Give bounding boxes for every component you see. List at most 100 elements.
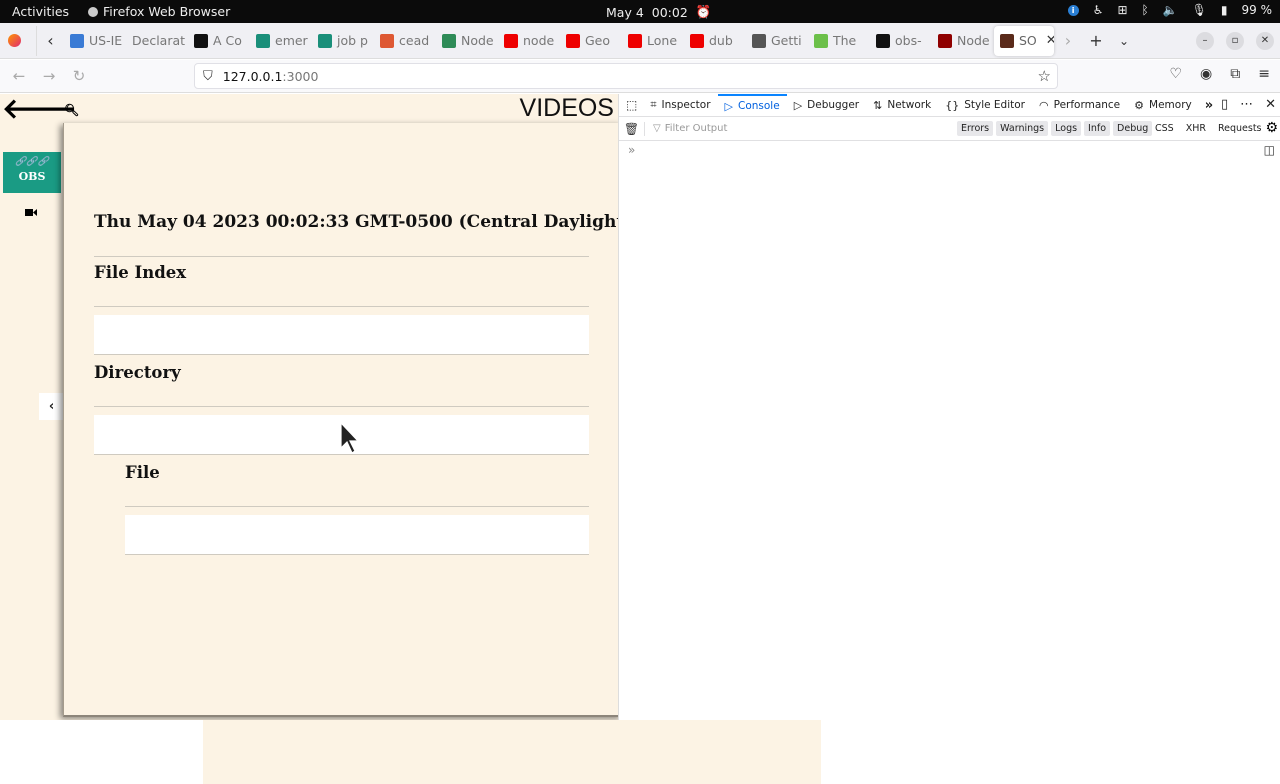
- browser-tab[interactable]: Declarat: [126, 26, 188, 56]
- extensions-icon[interactable]: ⧉: [1230, 66, 1240, 82]
- close-tab-icon[interactable]: ✕: [1046, 33, 1054, 48]
- devtools-tab-debugger[interactable]: ▷ Debugger: [787, 94, 866, 117]
- browser-tab[interactable]: Node: [436, 26, 498, 56]
- browser-tab[interactable]: SO ✕: [994, 25, 1054, 56]
- bookmark-star-icon[interactable]: ☆: [1038, 67, 1051, 85]
- search-icon[interactable]: 🔍︎: [64, 103, 79, 117]
- volume-icon[interactable]: 🔈: [1163, 3, 1178, 17]
- editor-mode-icon[interactable]: ◫: [1264, 143, 1275, 157]
- play-icon: [814, 33, 828, 48]
- browser-tab[interactable]: Node: [932, 26, 994, 56]
- devtools-tab-inspector[interactable]: ⌗ Inspector: [643, 94, 717, 117]
- tab-label: Node: [957, 33, 990, 48]
- tab-label: Declarat: [132, 33, 186, 48]
- file-input[interactable]: [125, 515, 589, 555]
- more-tools-icon[interactable]: »: [1199, 98, 1219, 113]
- filter-info-button[interactable]: Info: [1084, 121, 1111, 136]
- network-icon[interactable]: ⊞: [1117, 3, 1127, 17]
- reload-button[interactable]: ↻: [64, 61, 94, 91]
- console-input[interactable]: » ◫: [619, 141, 1280, 161]
- maximize-button[interactable]: ▫: [1226, 31, 1244, 50]
- tab-label: emer: [275, 33, 308, 48]
- pocket-icon[interactable]: ♡: [1169, 66, 1182, 82]
- filter-css-button[interactable]: CSS: [1155, 123, 1174, 134]
- scroll-tabs-right-button[interactable]: ›: [1054, 26, 1082, 56]
- forward-button[interactable]: →: [34, 61, 64, 91]
- responsive-design-icon[interactable]: ▯: [1221, 97, 1228, 112]
- tab-label: job p: [337, 33, 368, 48]
- element-picker-icon[interactable]: ⬚: [619, 98, 643, 112]
- file-index-input[interactable]: [94, 315, 589, 355]
- minimize-button[interactable]: –: [1196, 31, 1214, 50]
- app-menu[interactable]: Firefox Web Browser: [88, 4, 230, 19]
- browser-tab[interactable]: Lone: [622, 26, 684, 56]
- scroll-tabs-left-button[interactable]: ‹: [36, 25, 64, 56]
- new-tab-button[interactable]: +: [1082, 26, 1110, 56]
- console-settings-icon[interactable]: ⚙: [1265, 120, 1278, 136]
- info-icon[interactable]: i: [1067, 4, 1079, 16]
- devtools-tab-console[interactable]: ▷ Console: [717, 93, 787, 117]
- devtools-tab-label: Performance: [1053, 99, 1121, 111]
- account-icon[interactable]: ◉: [1200, 66, 1212, 82]
- clock-date: May 4: [606, 4, 644, 20]
- network-icon: ⇅: [873, 98, 883, 112]
- devtools-tab-label: Style Editor: [964, 99, 1025, 111]
- filter-debug-button[interactable]: Debug: [1113, 121, 1153, 136]
- clear-console-icon[interactable]: 🗑: [619, 121, 645, 136]
- devtools-tab-memory[interactable]: ⚙ Memory: [1127, 94, 1199, 117]
- content-panel: Thu May 04 2023 00:02:33 GMT-0500 (Centr…: [63, 123, 618, 717]
- youtube-icon: [690, 33, 704, 48]
- filter-xhr-button[interactable]: XHR: [1186, 123, 1206, 134]
- alarm-icon: ⏰: [695, 4, 712, 19]
- devtools-tab-label: Network: [887, 99, 932, 111]
- tracking-protection-icon[interactable]: ⛉: [203, 69, 213, 84]
- list-all-tabs-button[interactable]: ⌄: [1110, 26, 1138, 56]
- browser-tab[interactable]: node: [498, 26, 560, 56]
- clock[interactable]: May 4 00:02 ⏰: [606, 4, 711, 20]
- mic-muted-icon[interactable]: 🎙: [1192, 3, 1207, 17]
- devtools-tab-performance[interactable]: ◠ Performance: [1032, 94, 1127, 117]
- filter-output-input[interactable]: ▽ Filter Output: [653, 123, 727, 134]
- browser-tab[interactable]: emer: [250, 26, 312, 56]
- close-window-button[interactable]: ✕: [1256, 31, 1274, 50]
- browser-tab[interactable]: job p: [312, 26, 374, 56]
- battery-icon[interactable]: ▮: [1221, 3, 1228, 17]
- activities-button[interactable]: Activities: [12, 4, 69, 19]
- filter-warnings-button[interactable]: Warnings: [996, 121, 1049, 136]
- menu-icon[interactable]: ≡: [1258, 66, 1270, 82]
- bluetooth-icon[interactable]: ᛒ: [1142, 3, 1149, 17]
- filter-errors-button[interactable]: Errors: [957, 121, 994, 136]
- t-icon: [1000, 33, 1014, 48]
- browser-tab[interactable]: Getti: [746, 26, 808, 56]
- tab-label: Getti: [771, 33, 802, 48]
- devtools-options-icon[interactable]: ⋯: [1240, 97, 1253, 112]
- devtools-tab-label: Debugger: [807, 99, 860, 111]
- browser-tab[interactable]: dub: [684, 26, 746, 56]
- sidebar-item-obs[interactable]: 🔗🔗🔗 OBS: [3, 152, 61, 193]
- browser-tab[interactable]: US-IE: [64, 26, 126, 56]
- system-tray[interactable]: i ♿ ⊞ ᛒ 🔈 🎙 ▮ 99 %: [1067, 3, 1272, 17]
- performance-icon: ◠: [1039, 98, 1049, 112]
- firefox-icon: [7, 34, 21, 47]
- firefox-view-button[interactable]: [0, 26, 28, 56]
- video-camera-icon[interactable]: [25, 208, 37, 217]
- file-index-heading: File Index: [94, 263, 187, 282]
- filter-logs-button[interactable]: Logs: [1051, 121, 1082, 136]
- devtools-tab-label: Memory: [1149, 99, 1192, 111]
- filter-requests-button[interactable]: Requests: [1218, 123, 1262, 134]
- close-devtools-icon[interactable]: ✕: [1265, 97, 1276, 112]
- accessibility-icon[interactable]: ♿: [1093, 3, 1104, 17]
- browser-tab[interactable]: cead: [374, 26, 436, 56]
- back-button[interactable]: ←: [4, 61, 34, 91]
- url-bar[interactable]: ⛉ 🗋 127.0.0.1:3000 ☆: [194, 63, 1058, 784]
- browser-tab[interactable]: The: [808, 26, 870, 56]
- tab-label: Geo: [585, 33, 611, 48]
- devtools-tab-network[interactable]: ⇅ Network: [866, 94, 938, 117]
- tab-label: obs-: [895, 33, 922, 48]
- browser-tab[interactable]: Geo: [560, 26, 622, 56]
- browser-tab[interactable]: obs-: [870, 26, 932, 56]
- browser-tab[interactable]: A Co: [188, 26, 250, 56]
- system-top-bar: Activities Firefox Web Browser May 4 00:…: [0, 0, 1280, 23]
- collapse-sidebar-button[interactable]: ‹: [39, 393, 64, 420]
- devtools-tab-style-editor[interactable]: {} Style Editor: [938, 94, 1032, 117]
